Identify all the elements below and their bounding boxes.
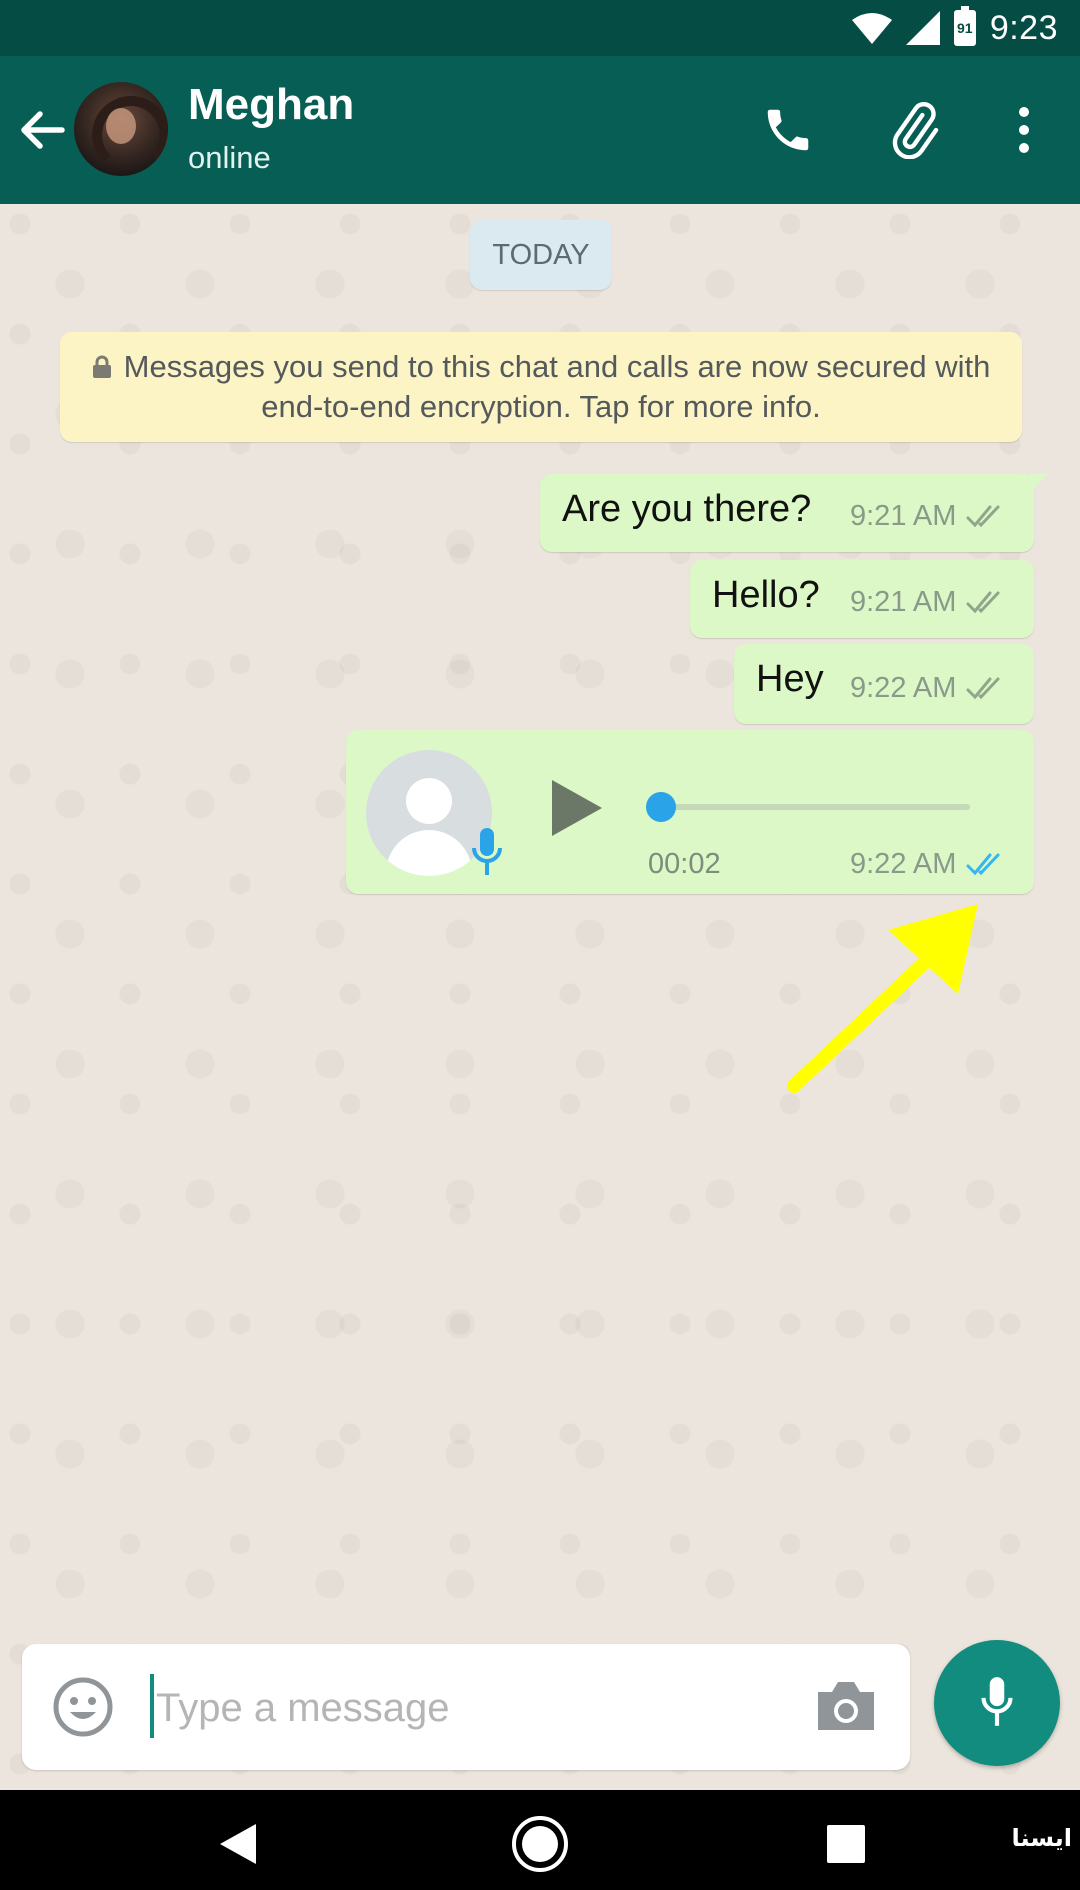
attach-button[interactable]: [882, 98, 946, 162]
message-time: 9:22 AM: [850, 672, 957, 704]
more-vert-icon: [1019, 107, 1029, 153]
bubble-tail: [1030, 474, 1048, 492]
camera-icon[interactable]: [814, 1678, 878, 1734]
message-composer: [22, 1644, 910, 1770]
message-time: 9:21 AM: [850, 586, 957, 618]
avatar-body: [386, 830, 472, 876]
message-input[interactable]: [154, 1670, 798, 1746]
play-button[interactable]: [546, 776, 606, 840]
voice-message-bubble[interactable]: 00:02 9:22 AM: [346, 730, 1034, 894]
status-bar: 91 9:23: [0, 0, 1080, 56]
message-meta: 9:21 AM: [850, 586, 1006, 619]
audio-seek-track[interactable]: [656, 804, 970, 810]
avatar-head: [406, 778, 452, 824]
square-recents-icon: [827, 1825, 865, 1863]
mic-icon: [981, 1677, 1013, 1726]
read-double-check-icon: [966, 853, 1000, 875]
chat-header: Meghan online: [0, 56, 1080, 204]
emoji-icon[interactable]: [52, 1676, 114, 1738]
mic-icon: [472, 828, 502, 875]
double-check-icon: [966, 505, 1000, 527]
arrow-left-icon: [21, 111, 65, 149]
lock-icon: [92, 355, 111, 378]
annotation-arrow-icon: [787, 904, 978, 1093]
encryption-notice-text: Messages you send to this chat and calls…: [123, 349, 991, 424]
contact-status: online: [188, 140, 271, 175]
more-options-button[interactable]: [992, 98, 1056, 162]
double-check-icon: [966, 677, 1000, 699]
date-chip: TODAY: [470, 220, 612, 290]
status-time: 9:23: [989, 8, 1058, 47]
record-voice-button[interactable]: [934, 1640, 1060, 1766]
message-bubble[interactable]: Hello? 9:21 AM: [690, 560, 1034, 638]
message-bubble[interactable]: Hey 9:22 AM: [734, 644, 1034, 724]
battery-icon: 91: [953, 6, 976, 46]
message-text: Hey: [756, 658, 824, 700]
wifi-icon: [851, 13, 892, 44]
voice-duration: 00:02: [648, 848, 721, 880]
message-meta: 9:21 AM: [850, 500, 1006, 533]
message-bubble[interactable]: Are you there? 9:21 AM: [540, 474, 1048, 552]
message-text: Hello?: [712, 574, 820, 616]
encryption-notice[interactable]: Messages you send to this chat and calls…: [60, 332, 1022, 442]
nav-back-button[interactable]: [206, 1812, 270, 1876]
message-time: 9:22 AM: [850, 848, 957, 880]
paperclip-icon: [892, 102, 939, 159]
triangle-back-icon: [220, 1824, 256, 1864]
message-time: 9:21 AM: [850, 500, 957, 532]
message-meta: 9:22 AM: [850, 672, 1006, 705]
contact-name[interactable]: Meghan: [188, 80, 354, 130]
watermark: ایسنا: [1011, 1824, 1072, 1852]
system-nav-bar: ایسنا: [0, 1790, 1080, 1890]
message-meta: 9:22 AM: [850, 848, 1006, 881]
contact-avatar[interactable]: [74, 82, 168, 176]
avatar-face: [106, 108, 136, 144]
status-icons: 91 9:23: [851, 6, 1058, 50]
voice-call-button[interactable]: [756, 98, 820, 162]
double-check-icon: [966, 591, 1000, 613]
signal-icon: [905, 11, 940, 45]
battery-level: 91: [957, 20, 973, 36]
encryption-notice-content: Messages you send to this chat and calls…: [86, 347, 996, 427]
back-button[interactable]: [14, 102, 70, 158]
home-circle-icon: [512, 1816, 568, 1872]
audio-seek-knob[interactable]: [646, 792, 676, 822]
nav-home-button[interactable]: [508, 1812, 572, 1876]
phone-icon: [767, 109, 809, 151]
nav-recents-button[interactable]: [814, 1812, 878, 1876]
message-text: Are you there?: [562, 488, 812, 530]
